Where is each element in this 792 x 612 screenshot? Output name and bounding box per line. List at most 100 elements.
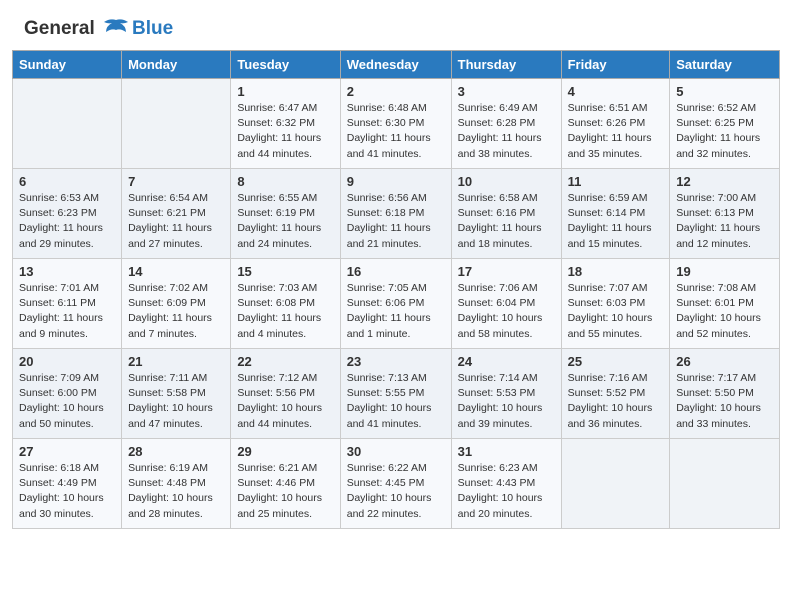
calendar-day-cell: 16 Sunrise: 7:05 AM Sunset: 6:06 PM Dayli… [340,259,451,349]
day-info: Sunrise: 6:52 AM Sunset: 6:25 PM Dayligh… [676,101,773,162]
day-number: 31 [458,444,555,459]
calendar-day-cell: 28 Sunrise: 6:19 AM Sunset: 4:48 PM Dayli… [122,439,231,529]
calendar-day-cell: 25 Sunrise: 7:16 AM Sunset: 5:52 PM Dayli… [561,349,670,439]
calendar-day-cell: 1Sunrise: 6:47 AM Sunset: 6:32 PM Daylig… [231,79,340,169]
weekday-header-monday: Monday [122,51,231,79]
day-number: 4 [568,84,664,99]
day-info: Sunrise: 6:56 AM Sunset: 6:18 PM Dayligh… [347,191,445,252]
calendar-day-cell: 30 Sunrise: 6:22 AM Sunset: 4:45 PM Dayli… [340,439,451,529]
calendar-day-cell: 9 Sunrise: 6:56 AM Sunset: 6:18 PM Daylig… [340,169,451,259]
day-info: Sunrise: 7:07 AM Sunset: 6:03 PM Dayligh… [568,281,664,342]
day-number: 10 [458,174,555,189]
calendar-day-cell: 5 Sunrise: 6:52 AM Sunset: 6:25 PM Daylig… [670,79,780,169]
calendar-day-cell [561,439,670,529]
day-number: 15 [237,264,333,279]
day-number: 6 [19,174,115,189]
day-number: 19 [676,264,773,279]
day-info: Sunrise: 7:16 AM Sunset: 5:52 PM Dayligh… [568,371,664,432]
calendar-day-cell [670,439,780,529]
calendar-day-cell [122,79,231,169]
calendar-body: 1Sunrise: 6:47 AM Sunset: 6:32 PM Daylig… [13,79,780,529]
calendar-week-row: 1Sunrise: 6:47 AM Sunset: 6:32 PM Daylig… [13,79,780,169]
calendar-week-row: 20Sunrise: 7:09 AM Sunset: 6:00 PM Dayli… [13,349,780,439]
day-number: 21 [128,354,224,369]
calendar-day-cell: 13 Sunrise: 7:01 AM Sunset: 6:11 PM Dayli… [13,259,122,349]
calendar-day-cell: 2 Sunrise: 6:48 AM Sunset: 6:30 PM Daylig… [340,79,451,169]
day-info: Sunrise: 7:13 AM Sunset: 5:55 PM Dayligh… [347,371,445,432]
day-number: 9 [347,174,445,189]
calendar-day-cell: 14 Sunrise: 7:02 AM Sunset: 6:09 PM Dayli… [122,259,231,349]
day-info: Sunrise: 7:06 AM Sunset: 6:04 PM Dayligh… [458,281,555,342]
day-info: Sunrise: 6:22 AM Sunset: 4:45 PM Dayligh… [347,461,445,522]
day-info: Sunrise: 7:17 AM Sunset: 5:50 PM Dayligh… [676,371,773,432]
calendar-day-cell: 7 Sunrise: 6:54 AM Sunset: 6:21 PM Daylig… [122,169,231,259]
calendar-day-cell: 12 Sunrise: 7:00 AM Sunset: 6:13 PM Dayli… [670,169,780,259]
day-number: 7 [128,174,224,189]
weekday-header-saturday: Saturday [670,51,780,79]
day-number: 3 [458,84,555,99]
weekday-header-sunday: Sunday [13,51,122,79]
calendar-day-cell: 26 Sunrise: 7:17 AM Sunset: 5:50 PM Dayli… [670,349,780,439]
calendar-day-cell: 19 Sunrise: 7:08 AM Sunset: 6:01 PM Dayli… [670,259,780,349]
calendar-day-cell: 3 Sunrise: 6:49 AM Sunset: 6:28 PM Daylig… [451,79,561,169]
day-number: 16 [347,264,445,279]
calendar-day-cell: 24 Sunrise: 7:14 AM Sunset: 5:53 PM Dayli… [451,349,561,439]
calendar-day-cell: 22 Sunrise: 7:12 AM Sunset: 5:56 PM Dayli… [231,349,340,439]
day-number: 28 [128,444,224,459]
day-number: 17 [458,264,555,279]
calendar-day-cell: 21 Sunrise: 7:11 AM Sunset: 5:58 PM Dayli… [122,349,231,439]
day-info: Sunrise: 7:00 AM Sunset: 6:13 PM Dayligh… [676,191,773,252]
calendar-week-row: 13 Sunrise: 7:01 AM Sunset: 6:11 PM Dayli… [13,259,780,349]
day-number: 25 [568,354,664,369]
day-info: Sunrise: 6:18 AM Sunset: 4:49 PM Dayligh… [19,461,115,522]
day-number: 8 [237,174,333,189]
day-info: Sunrise: 6:47 AM Sunset: 6:32 PM Dayligh… [237,101,333,162]
day-info: Sunrise: 6:59 AM Sunset: 6:14 PM Dayligh… [568,191,664,252]
calendar-day-cell: 8Sunrise: 6:55 AM Sunset: 6:19 PM Daylig… [231,169,340,259]
day-number: 22 [237,354,333,369]
day-number: 23 [347,354,445,369]
calendar-day-cell: 6 Sunrise: 6:53 AM Sunset: 6:23 PM Daylig… [13,169,122,259]
day-number: 12 [676,174,773,189]
calendar-day-cell: 18Sunrise: 7:07 AM Sunset: 6:03 PM Dayli… [561,259,670,349]
calendar-day-cell: 29 Sunrise: 6:21 AM Sunset: 4:46 PM Dayli… [231,439,340,529]
calendar-day-cell: 31 Sunrise: 6:23 AM Sunset: 4:43 PM Dayli… [451,439,561,529]
weekday-header-wednesday: Wednesday [340,51,451,79]
day-number: 20 [19,354,115,369]
calendar-day-cell: 11 Sunrise: 6:59 AM Sunset: 6:14 PM Dayli… [561,169,670,259]
day-number: 2 [347,84,445,99]
logo-bird-icon [102,18,130,40]
day-info: Sunrise: 6:51 AM Sunset: 6:26 PM Dayligh… [568,101,664,162]
calendar-table: SundayMondayTuesdayWednesdayThursdayFrid… [12,50,780,529]
weekday-header-tuesday: Tuesday [231,51,340,79]
day-info: Sunrise: 7:03 AM Sunset: 6:08 PM Dayligh… [237,281,333,342]
day-info: Sunrise: 6:48 AM Sunset: 6:30 PM Dayligh… [347,101,445,162]
day-number: 14 [128,264,224,279]
day-number: 30 [347,444,445,459]
day-info: Sunrise: 7:08 AM Sunset: 6:01 PM Dayligh… [676,281,773,342]
page-header: General Blue [0,0,792,50]
day-info: Sunrise: 6:49 AM Sunset: 6:28 PM Dayligh… [458,101,555,162]
day-info: Sunrise: 6:53 AM Sunset: 6:23 PM Dayligh… [19,191,115,252]
day-number: 11 [568,174,664,189]
calendar-week-row: 27Sunrise: 6:18 AM Sunset: 4:49 PM Dayli… [13,439,780,529]
day-info: Sunrise: 6:19 AM Sunset: 4:48 PM Dayligh… [128,461,224,522]
day-number: 29 [237,444,333,459]
day-info: Sunrise: 7:01 AM Sunset: 6:11 PM Dayligh… [19,281,115,342]
calendar-day-cell: 27Sunrise: 6:18 AM Sunset: 4:49 PM Dayli… [13,439,122,529]
calendar-day-cell: 17 Sunrise: 7:06 AM Sunset: 6:04 PM Dayli… [451,259,561,349]
day-info: Sunrise: 6:54 AM Sunset: 6:21 PM Dayligh… [128,191,224,252]
day-info: Sunrise: 7:11 AM Sunset: 5:58 PM Dayligh… [128,371,224,432]
day-number: 13 [19,264,115,279]
day-info: Sunrise: 6:21 AM Sunset: 4:46 PM Dayligh… [237,461,333,522]
day-number: 5 [676,84,773,99]
day-info: Sunrise: 7:12 AM Sunset: 5:56 PM Dayligh… [237,371,333,432]
calendar-wrapper: SundayMondayTuesdayWednesdayThursdayFrid… [0,50,792,541]
day-info: Sunrise: 7:14 AM Sunset: 5:53 PM Dayligh… [458,371,555,432]
day-number: 24 [458,354,555,369]
day-number: 26 [676,354,773,369]
calendar-day-cell: 15 Sunrise: 7:03 AM Sunset: 6:08 PM Dayli… [231,259,340,349]
day-info: Sunrise: 6:23 AM Sunset: 4:43 PM Dayligh… [458,461,555,522]
day-info: Sunrise: 7:05 AM Sunset: 6:06 PM Dayligh… [347,281,445,342]
day-info: Sunrise: 7:02 AM Sunset: 6:09 PM Dayligh… [128,281,224,342]
